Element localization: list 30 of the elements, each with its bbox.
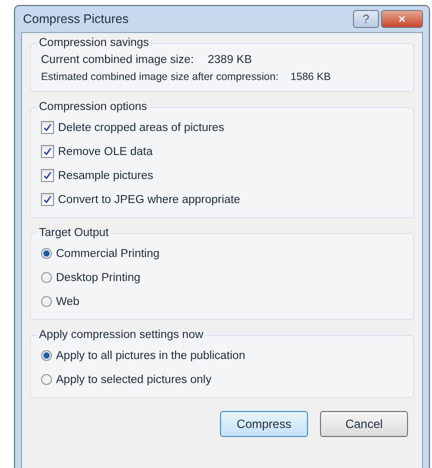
size-label: Estimated combined image size after compression:	[41, 71, 279, 83]
checkbox[interactable]	[41, 121, 54, 134]
radio-option[interactable]: Web	[41, 292, 403, 311]
radio-option[interactable]: Commercial Printing	[41, 244, 403, 263]
checkbox[interactable]	[41, 169, 54, 182]
radio-option[interactable]: Apply to selected pictures only	[41, 370, 403, 389]
window-title: Compress Pictures	[22, 12, 129, 26]
size-value: 2389 KB	[208, 54, 252, 66]
size-value: 1586 KB	[290, 71, 331, 83]
group-title: Compression savings	[38, 37, 150, 49]
radio-button[interactable]	[41, 272, 52, 283]
radio-option[interactable]: Apply to all pictures in the publication	[41, 346, 403, 365]
checkbox[interactable]	[41, 193, 54, 206]
cancel-button[interactable]: Cancel	[320, 411, 408, 437]
compress-button[interactable]: Compress	[220, 411, 308, 437]
checkbox-option[interactable]: Convert to JPEG where appropriate	[41, 190, 403, 209]
checkbox-option[interactable]: Resample pictures	[41, 166, 403, 185]
radio-button[interactable]	[41, 248, 52, 259]
radio-button[interactable]	[41, 350, 52, 361]
radio-button[interactable]	[41, 374, 52, 385]
radio-option[interactable]: Desktop Printing	[41, 268, 403, 287]
checkbox-option[interactable]: Delete cropped areas of pictures	[41, 118, 403, 137]
group-title: Apply compression settings now	[38, 329, 204, 341]
checkbox[interactable]	[41, 145, 54, 158]
help-button[interactable]: ?	[353, 10, 379, 28]
group-title: Target Output	[38, 227, 110, 239]
radio-button[interactable]	[41, 296, 52, 307]
size-label: Current combined image size:	[41, 54, 194, 66]
checkbox-option[interactable]: Remove OLE data	[41, 142, 403, 161]
group-title: Compression options	[38, 101, 148, 113]
